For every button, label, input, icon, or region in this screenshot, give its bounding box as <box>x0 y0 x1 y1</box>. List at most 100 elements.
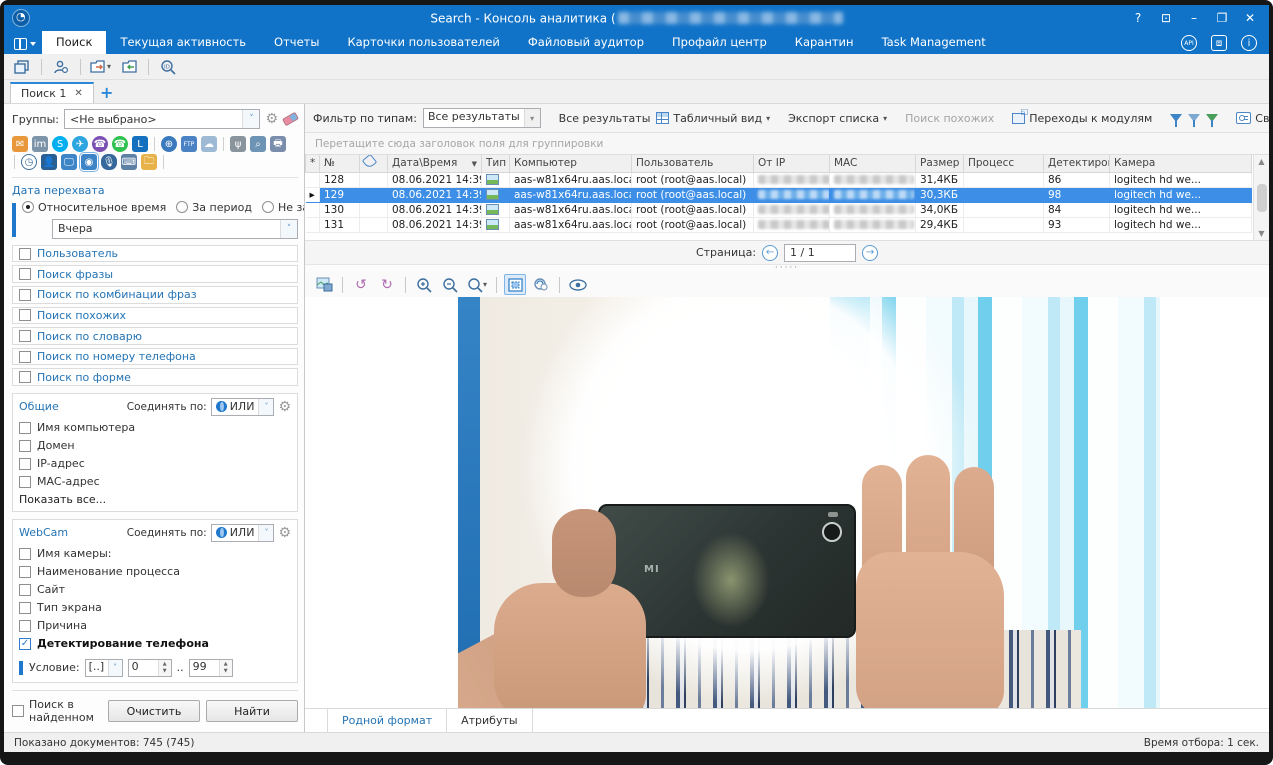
groups-settings-icon[interactable]: ⚙ <box>265 112 278 126</box>
col-size[interactable]: Размер <box>916 155 964 172</box>
scroll-up-icon[interactable]: ▲ <box>1258 157 1264 166</box>
spinner-arrows[interactable]: ▲▼ <box>158 660 171 676</box>
search-in-found-checkbox[interactable]: Поиск в найденном <box>12 698 102 724</box>
zoom-in-button[interactable] <box>413 274 435 295</box>
radio-relative-time[interactable] <box>22 201 34 213</box>
import-search-button[interactable] <box>117 56 141 78</box>
tab-native-format[interactable]: Родной формат <box>327 709 447 732</box>
col-detect[interactable]: Детектирова <box>1044 155 1110 172</box>
menu-tab-file-auditor[interactable]: Файловый аудитор <box>514 31 658 54</box>
rotate-left-button[interactable]: ↺ <box>350 274 372 295</box>
checkbox[interactable] <box>19 566 31 578</box>
checkbox[interactable] <box>19 548 31 560</box>
checkbox[interactable] <box>19 309 31 321</box>
webcam-process-name[interactable]: Наименование процесса <box>19 563 291 581</box>
filter-similar[interactable]: Поиск похожих <box>12 307 298 325</box>
ftp-icon[interactable]: FTP <box>181 136 197 152</box>
find-button[interactable]: Найти <box>206 700 298 722</box>
save-image-button[interactable] <box>313 274 335 295</box>
checkbox[interactable] <box>19 330 31 342</box>
table-row[interactable]: 130 08.06.2021 14:39:36 aas-w81x64ru.aas… <box>306 202 1252 217</box>
splitter-grip[interactable]: ····· <box>305 265 1269 272</box>
microphone-icon[interactable]: 🎙 <box>101 154 117 170</box>
checkbox[interactable] <box>19 602 31 614</box>
web-icon[interactable]: ⊕ <box>161 136 177 152</box>
printer-icon[interactable]: 🖶 <box>270 136 286 152</box>
webcam-icon[interactable]: ◉ <box>81 154 97 170</box>
col-ip[interactable]: От IP <box>754 155 830 172</box>
filter-dictionary[interactable]: Поиск по словарю <box>12 327 298 345</box>
table-view-dropdown[interactable]: Табличный вид▾ <box>656 112 770 125</box>
checkbox[interactable] <box>19 371 31 383</box>
user-properties-button[interactable]: Свойства пользо... <box>1236 112 1269 125</box>
telegram-icon[interactable]: ✈ <box>72 136 88 152</box>
chevron-down-icon[interactable]: ˅ <box>242 110 259 128</box>
col-tag[interactable] <box>360 155 388 172</box>
radio-period[interactable] <box>176 201 188 213</box>
minimize-button[interactable]: – <box>1181 8 1207 28</box>
spinner-arrows[interactable]: ▲▼ <box>219 660 232 676</box>
webcam-join-select[interactable]: ИЛИ ˅ <box>211 524 275 542</box>
col-num[interactable]: № <box>320 155 360 172</box>
filter-funnel-color-icon[interactable] <box>1206 114 1218 122</box>
app-menu-button[interactable] <box>8 34 42 54</box>
table-row[interactable]: 128 08.06.2021 14:39:41 aas-w81x64ru.aas… <box>306 172 1252 187</box>
filter-phrase[interactable]: Поиск фразы <box>12 265 298 283</box>
checkbox[interactable] <box>19 476 31 488</box>
checkbox[interactable] <box>19 458 31 470</box>
common-mac-address[interactable]: MAC-адрес <box>19 473 291 491</box>
viber-icon[interactable]: ☎ <box>92 136 108 152</box>
menu-tab-task-management[interactable]: Task Management <box>868 31 1000 54</box>
info-icon[interactable]: i <box>1241 35 1257 51</box>
col-user[interactable]: Пользователь <box>632 155 754 172</box>
chevron-down-icon[interactable]: ˅ <box>258 399 273 415</box>
checkbox[interactable] <box>19 422 31 434</box>
lync-icon[interactable]: L <box>132 136 148 152</box>
chevron-down-icon[interactable]: ▾ <box>524 109 540 127</box>
checkbox[interactable] <box>19 289 31 301</box>
checkbox[interactable] <box>19 620 31 632</box>
webcam-screen-type[interactable]: Тип экрана <box>19 599 291 617</box>
skype-icon[interactable]: S <box>52 136 68 152</box>
table-row-selected[interactable]: ▸ 129 08.06.2021 14:39:38 aas-w81x64ru.a… <box>306 187 1252 202</box>
rotate-right-button[interactable]: ↻ <box>376 274 398 295</box>
checkbox-checked[interactable]: ✓ <box>19 638 31 650</box>
checkbox[interactable] <box>12 705 24 717</box>
cloud-icon[interactable]: ☁ <box>201 136 217 152</box>
webcam-camera-name[interactable]: Имя камеры: <box>19 545 291 563</box>
export-list-dropdown[interactable]: Экспорт списка▾ <box>788 112 887 125</box>
common-join-select[interactable]: ИЛИ ˅ <box>211 398 275 416</box>
col-marker[interactable]: * <box>306 155 320 172</box>
zoom-level-dropdown[interactable]: ▾ <box>465 274 489 295</box>
add-tab-button[interactable]: + <box>94 82 120 103</box>
image-viewer[interactable]: MI <box>305 297 1269 708</box>
common-settings-icon[interactable]: ⚙ <box>278 400 291 414</box>
checkbox[interactable] <box>19 268 31 280</box>
checkbox[interactable] <box>19 351 31 363</box>
common-domain[interactable]: Домен <box>19 437 291 455</box>
restore-button[interactable]: ❐ <box>1209 8 1235 28</box>
modules-cube-icon[interactable]: ⧈ <box>1211 35 1227 51</box>
api-icon[interactable]: API <box>1181 35 1197 51</box>
whatsapp-icon[interactable]: ☎ <box>112 136 128 152</box>
table-row[interactable]: 131 08.06.2021 14:39:33 aas-w81x64ru.aas… <box>306 217 1252 232</box>
next-page-button[interactable]: → <box>862 245 878 261</box>
monitoring-search-icon[interactable]: ⌕ <box>250 136 266 152</box>
col-computer[interactable]: Компьютер <box>510 155 632 172</box>
zoom-out-button[interactable] <box>439 274 461 295</box>
prev-page-button[interactable]: ← <box>762 245 778 261</box>
menu-tab-current-activity[interactable]: Текущая активность <box>106 31 260 54</box>
user-search-button[interactable] <box>49 56 73 78</box>
search-by-id-button[interactable]: ID <box>156 56 180 78</box>
condition-to-spinner[interactable]: 99 ▲▼ <box>189 659 233 677</box>
scroll-down-icon[interactable]: ▼ <box>1258 229 1264 238</box>
all-results-button[interactable]: Все результаты <box>559 112 651 125</box>
filter-phrase-combination[interactable]: Поиск по комбинации фраз <box>12 286 298 304</box>
eraser-icon[interactable] <box>282 112 299 126</box>
folder-in-icon[interactable]: 🗀 <box>141 154 157 170</box>
webcam-phone-detection[interactable]: ✓Детектирование телефона <box>19 635 291 653</box>
clear-button[interactable]: Очистить <box>108 700 200 722</box>
im-icon[interactable]: im <box>32 136 48 152</box>
col-process[interactable]: Процесс <box>964 155 1044 172</box>
collapse-ribbon-button[interactable]: ⊡ <box>1153 8 1179 28</box>
